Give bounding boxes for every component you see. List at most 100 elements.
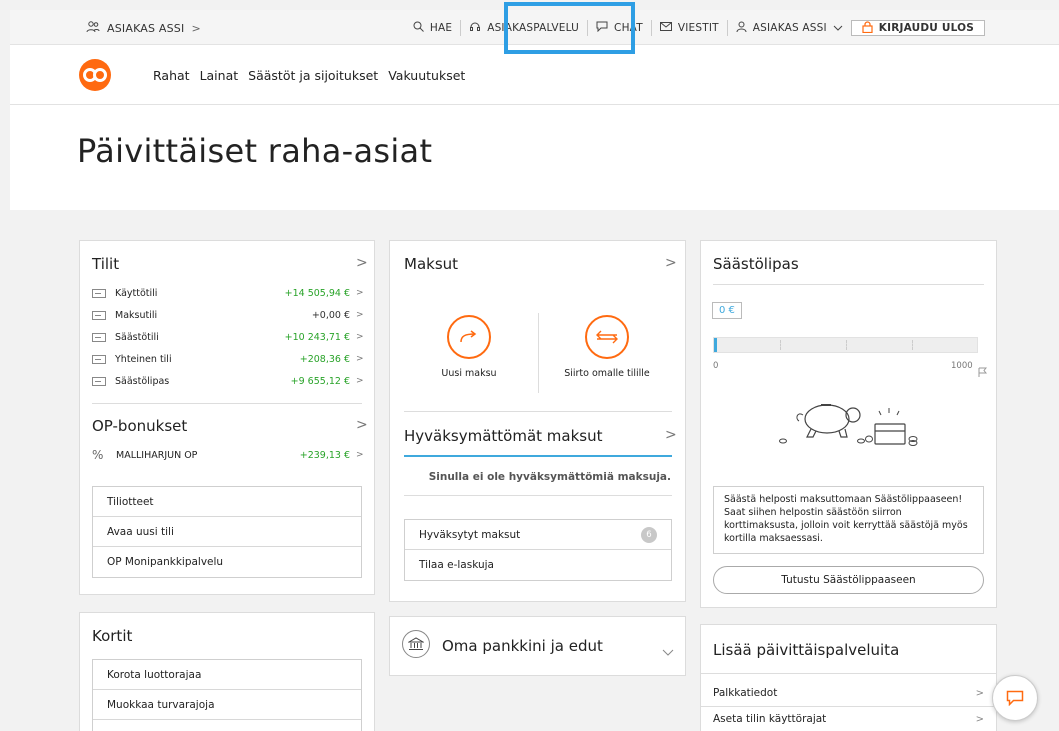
cards-card: Kortit Korota luottorajaa Muokkaa turvar… [79, 612, 375, 731]
user-name-left: ASIAKAS ASSI [107, 22, 185, 35]
payments-card: Maksut > Uusi maksu Siirto omalle tilill… [389, 240, 686, 602]
account-icon [92, 354, 106, 364]
nav-item-rahat[interactable]: Rahat [153, 68, 190, 83]
bank-card[interactable]: Oma pankkini ja edut [389, 616, 686, 676]
savings-cta-button[interactable]: Tutustu Säästölippaaseen [713, 566, 984, 594]
utility-bar: ASIAKAS ASSI > HAE ASIAKASPALVELU CHAT V… [10, 10, 1059, 45]
account-row[interactable]: Käyttötili +14 505,94 € > [92, 282, 364, 304]
user-menu[interactable]: ASIAKAS ASSI [728, 20, 851, 36]
chevron-right-icon: > [356, 310, 364, 320]
op-logo[interactable] [79, 59, 111, 91]
more-services-title: Lisää päivittäispalveluita [713, 641, 900, 659]
link-open-account[interactable]: Avaa uusi tili [93, 517, 361, 547]
divider [701, 673, 996, 674]
savings-progress-fill [714, 338, 717, 352]
account-icon [92, 376, 106, 386]
logout-label: KIRJAUDU ULOS [878, 22, 974, 34]
chevron-right-icon: > [975, 687, 984, 699]
cards-title: Kortit [92, 627, 133, 645]
link-raise-credit-limit[interactable]: Korota luottorajaa [93, 660, 361, 690]
savings-min-label: 0 [713, 361, 719, 371]
chat-icon [1006, 690, 1024, 706]
savings-value-bubble: 0 € [712, 302, 742, 319]
logout-button[interactable]: KIRJAUDU ULOS [850, 20, 985, 36]
account-icon [92, 332, 106, 342]
chevron-right-icon: > [356, 332, 364, 342]
account-row[interactable]: Yhteinen tili +208,36 € > [92, 348, 364, 370]
users-icon [86, 21, 100, 36]
chevron-right-icon[interactable]: > [665, 427, 677, 443]
piggy-bank-icon [779, 404, 918, 446]
accounts-links: Tiliotteet Avaa uusi tili OP Monipankkip… [92, 486, 362, 578]
chevron-down-icon [833, 22, 843, 34]
chevron-right-icon[interactable]: > [356, 417, 368, 433]
divider [92, 403, 362, 404]
messages-button[interactable]: VIESTIT [652, 20, 727, 36]
swap-icon [596, 330, 618, 344]
bonus-row[interactable]: % MALLIHARJUN OP +239,13 € > [92, 444, 364, 466]
user-icon [736, 21, 747, 36]
savings-info-box: Säästä helposti maksuttomaan Säästölippa… [713, 486, 984, 554]
approved-payments-link[interactable]: Hyväksytyt maksut 6 [405, 520, 671, 550]
payments-title[interactable]: Maksut [404, 255, 458, 273]
link-multibank[interactable]: OP Monipankkipalvelu [93, 547, 361, 577]
search-button[interactable]: HAE [405, 20, 460, 36]
account-row[interactable]: Säästölipas +9 655,12 € > [92, 370, 364, 392]
link-more[interactable] [93, 720, 361, 731]
accounts-title[interactable]: Tilit [92, 255, 119, 273]
chat-fab-button[interactable] [992, 675, 1038, 721]
headset-icon [469, 21, 481, 36]
page-header: Päivittäiset raha-asiat [10, 105, 1059, 210]
envelope-icon [659, 22, 672, 34]
divider [404, 495, 672, 496]
chevron-right-icon: > [356, 450, 364, 460]
chevron-right-icon: > [191, 22, 201, 35]
chevron-down-icon [662, 641, 674, 660]
bank-title: Oma pankkini ja edut [442, 637, 603, 655]
einvoice-link[interactable]: Tilaa e-laskuja [405, 550, 671, 580]
chevron-right-icon: > [356, 288, 364, 298]
chat-icon [596, 21, 608, 35]
savings-progress-track [713, 337, 978, 353]
account-row[interactable]: Säästötili +10 243,71 € > [92, 326, 364, 348]
link-edit-security-limits[interactable]: Muokkaa turvarajoja [93, 690, 361, 720]
cards-links: Korota luottorajaa Muokkaa turvarajoja [92, 659, 362, 731]
own-transfer-label: Siirto omalle tilille [564, 368, 650, 379]
account-icon [92, 310, 106, 320]
messages-label: VIESTIT [677, 22, 719, 34]
nav-item-saastot[interactable]: Säästöt ja sijoitukset [248, 68, 378, 83]
new-payment-label: Uusi maksu [441, 368, 497, 379]
accounts-card: Tilit > Käyttötili +14 505,94 € > Maksutil… [79, 240, 375, 595]
savings-max-label: 1000 [951, 361, 973, 371]
new-payment-button[interactable] [447, 315, 491, 359]
link-account-limits[interactable]: Aseta tilin käyttörajat > [713, 707, 984, 731]
bonus-title[interactable]: OP-bonukset [92, 417, 187, 435]
divider [404, 411, 672, 412]
chevron-right-icon[interactable]: > [665, 255, 677, 271]
nav-item-vakuutukset[interactable]: Vakuutukset [388, 68, 465, 83]
savings-box-card: Säästölipas 0 € 0 1000 Säästä helposti m… [700, 240, 997, 608]
account-icon [92, 288, 106, 298]
divider [538, 313, 539, 393]
count-badge: 6 [641, 526, 657, 543]
account-row[interactable]: Maksutili +0,00 € > [92, 304, 364, 326]
lock-icon [862, 20, 873, 36]
unapproved-title[interactable]: Hyväksymättömät maksut [404, 427, 603, 445]
link-salary-info[interactable]: Palkkatiedot > [713, 681, 984, 705]
link-statements[interactable]: Tiliotteet [93, 487, 361, 517]
customer-service-button[interactable]: ASIAKASPALVELU [461, 20, 587, 36]
own-transfer-button[interactable] [585, 315, 629, 359]
chevron-right-icon[interactable]: > [356, 255, 368, 271]
more-services-card: Lisää päivittäispalveluita Palkkatiedot … [700, 624, 997, 731]
bank-icon [402, 630, 430, 658]
chat-button[interactable]: CHAT [588, 20, 651, 36]
customer-service-label: ASIAKASPALVELU [487, 22, 580, 34]
user-switch[interactable]: ASIAKAS ASSI > [86, 21, 201, 36]
chat-label: CHAT [614, 22, 643, 34]
unapproved-underline [404, 455, 672, 457]
arrow-forward-icon [460, 330, 477, 343]
nav-item-lainat[interactable]: Lainat [200, 68, 239, 83]
payments-links: Hyväksytyt maksut 6 Tilaa e-laskuja [404, 519, 672, 581]
divider [713, 284, 984, 285]
chevron-right-icon: > [356, 376, 364, 386]
